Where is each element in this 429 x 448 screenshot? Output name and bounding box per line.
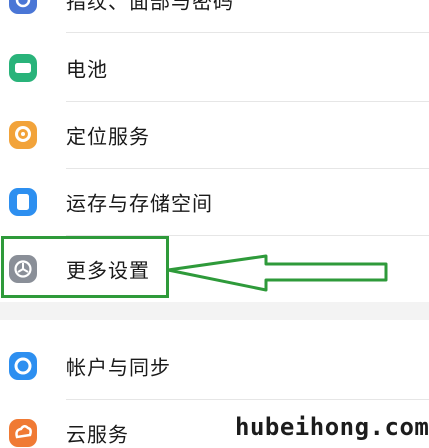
settings-item-battery[interactable]: 电池 [0,35,429,101]
battery-icon [8,53,38,83]
settings-item-location[interactable]: 定位服务 [0,102,429,168]
account-sync-icon [8,351,38,381]
section-divider [0,302,429,320]
settings-item-label: 帐户与同步 [66,355,171,380]
cloud-service-icon [8,418,38,448]
settings-item-storage[interactable]: 运存与存储空间 [0,169,429,235]
divider [66,32,429,33]
gear-icon [8,254,38,284]
settings-item-label: 定位服务 [66,124,150,149]
settings-item-label: 运存与存储空间 [66,191,213,216]
settings-item-label: 更多设置 [66,258,150,283]
settings-item-fingerprint[interactable]: 指纹、面部与密码 [0,0,429,33]
storage-icon [8,187,38,217]
settings-screen: 指纹、面部与密码 电池 定位服务 运存与存储空间 更多设置 帐户与同步 云服务 … [0,0,429,448]
fingerprint-icon [8,0,38,15]
settings-item-label: 指纹、面部与密码 [66,0,234,14]
location-icon [8,120,38,150]
settings-item-more-settings[interactable]: 更多设置 [0,236,429,302]
settings-item-account-sync[interactable]: 帐户与同步 [0,333,429,399]
settings-item-label: 电池 [66,57,108,82]
watermark-text: hubeihong.com [235,413,429,441]
settings-item-label: 云服务 [66,422,129,447]
